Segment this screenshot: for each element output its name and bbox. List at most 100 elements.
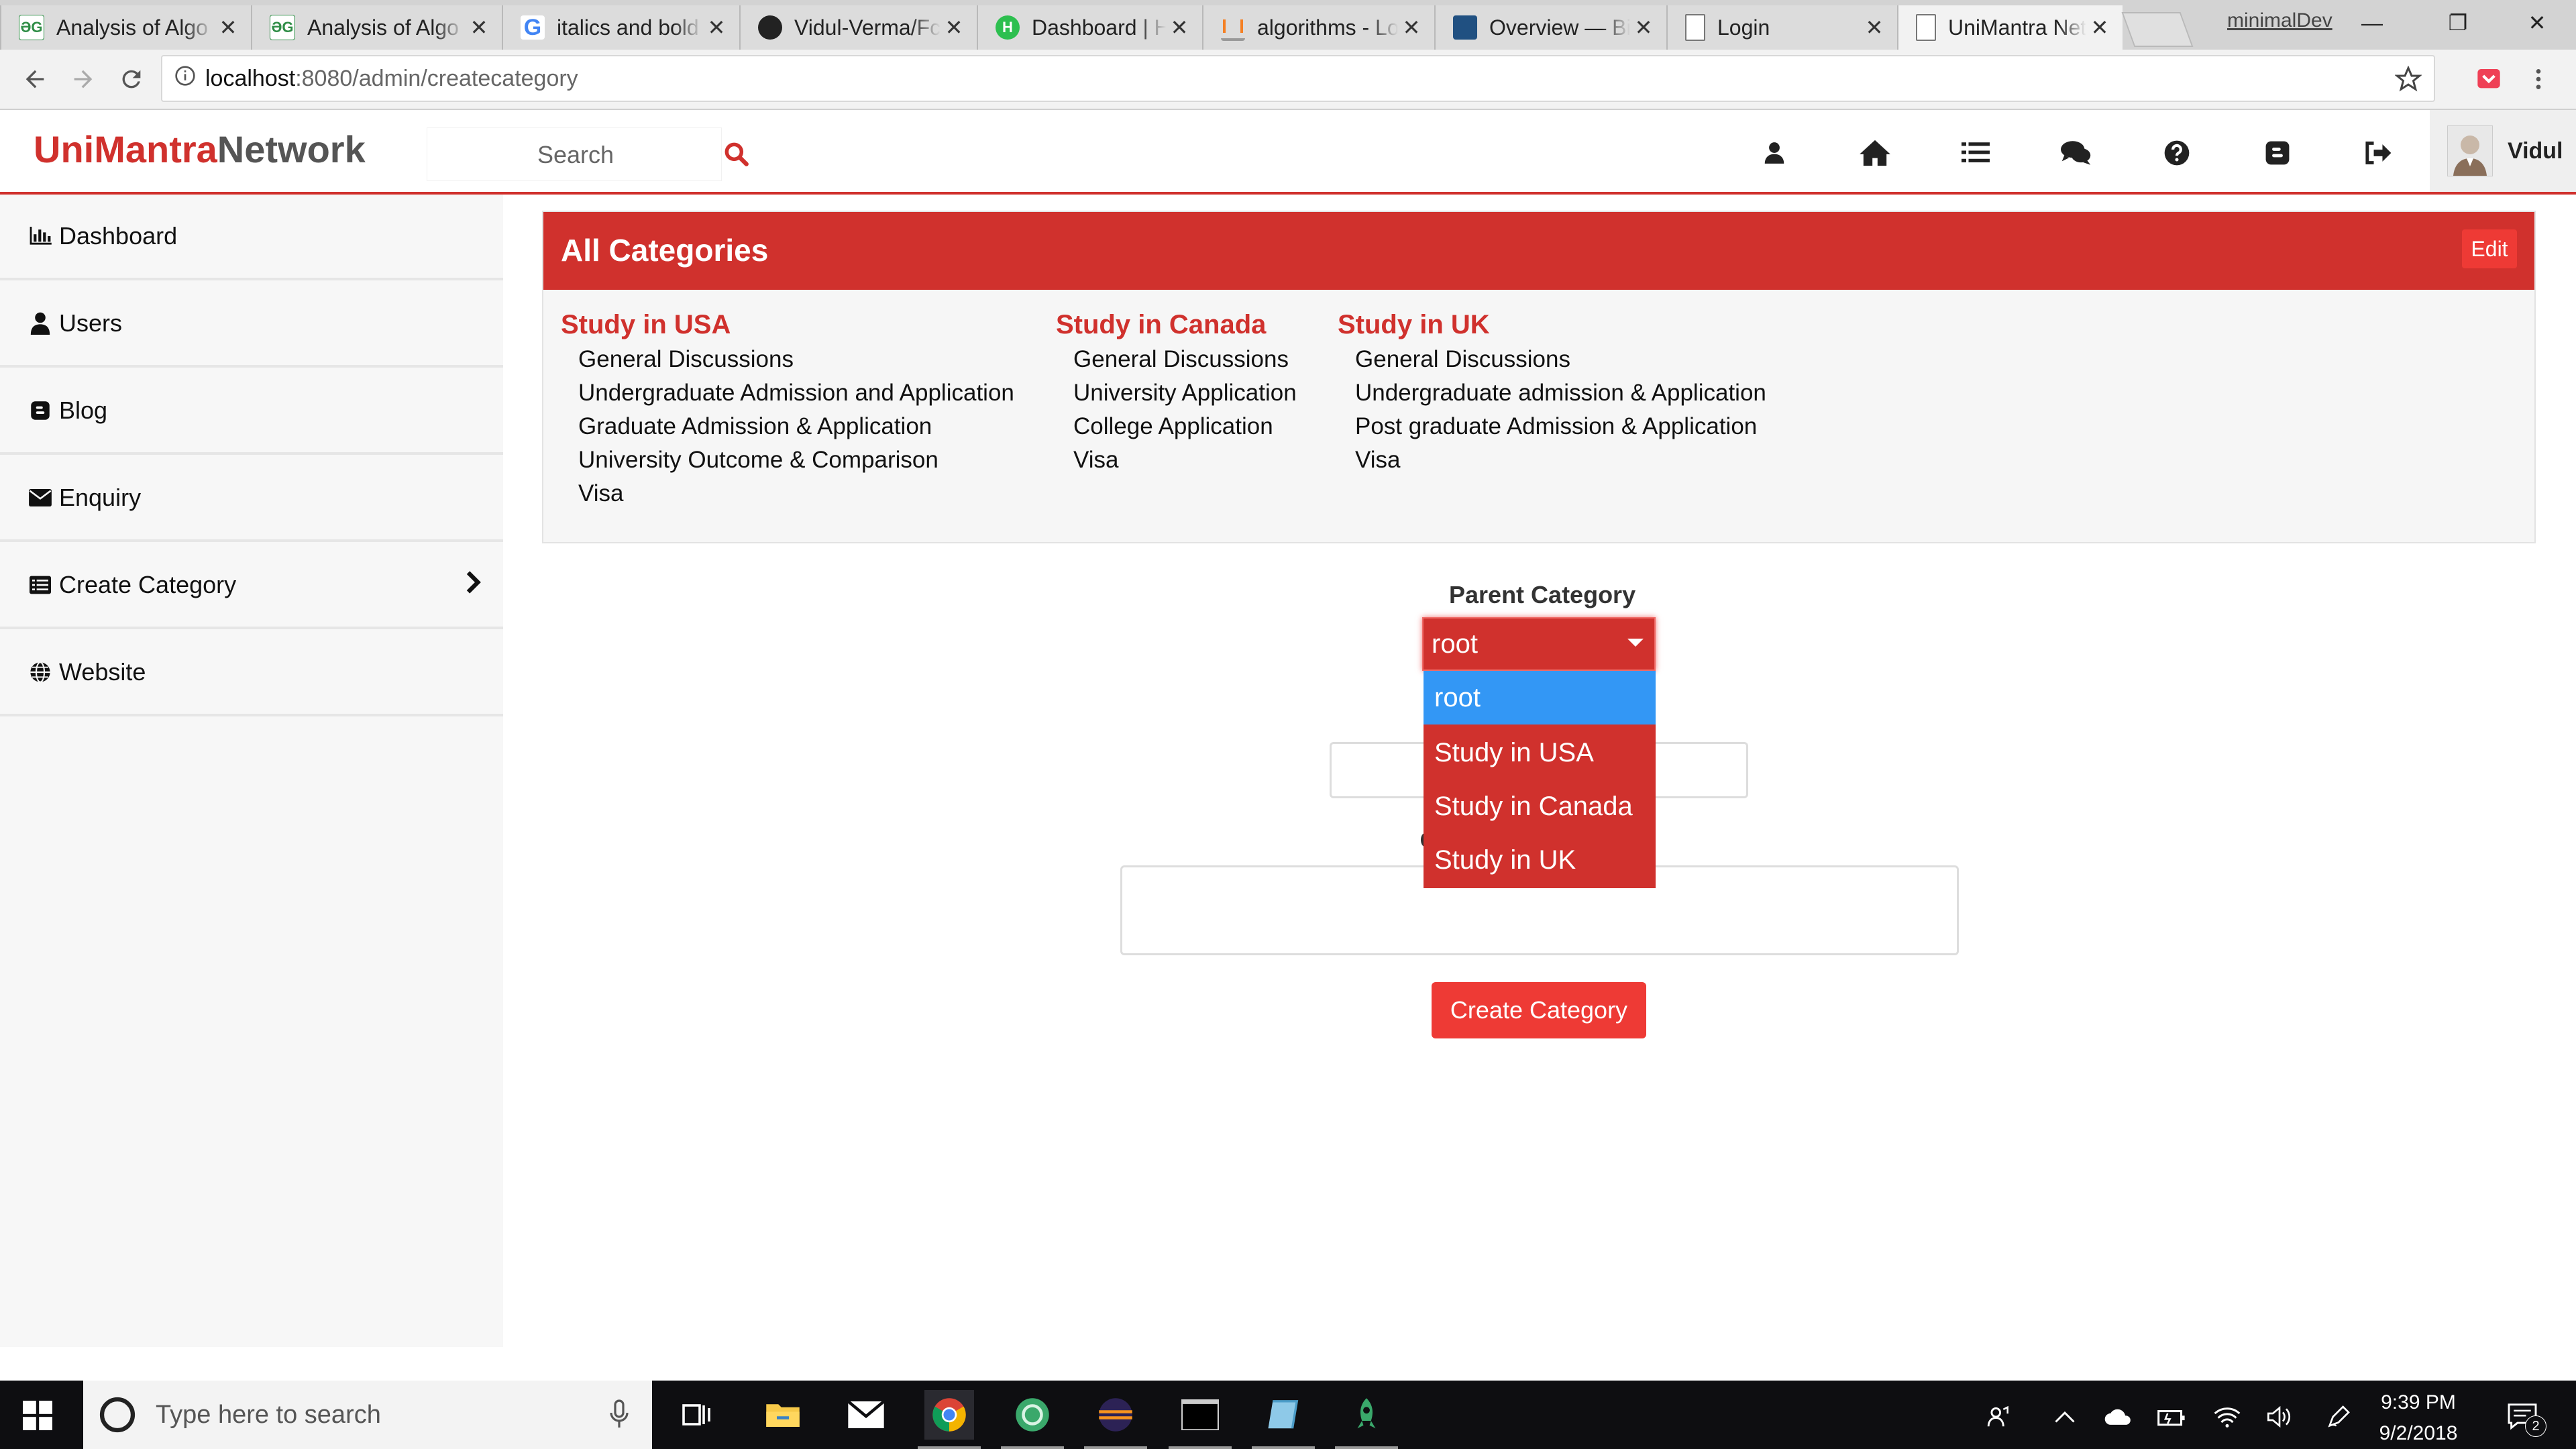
parent-category-select[interactable]: root (1422, 617, 1656, 671)
close-tab-icon[interactable]: ✕ (466, 15, 492, 40)
list-icon[interactable] (1952, 134, 1999, 172)
browser-menu-icon[interactable] (2520, 60, 2557, 98)
logout-icon[interactable] (2355, 134, 2402, 172)
browser-tab[interactable]: ƏG Analysis of Algo ✕ (0, 5, 251, 50)
subcategory-item[interactable]: General Discussions (1056, 343, 1297, 376)
subcategory-item[interactable]: Visa (561, 477, 1014, 511)
window-close-icon[interactable]: ✕ (2504, 4, 2571, 42)
parent-category-dropdown: root Study in USA Study in Canada Study … (1424, 671, 1656, 888)
chevron-right-icon (466, 570, 483, 600)
chrome-icon[interactable] (918, 1390, 981, 1449)
search-input[interactable] (427, 128, 724, 182)
dropdown-option[interactable]: Study in Canada (1424, 780, 1656, 833)
eclipse-icon[interactable] (1084, 1390, 1147, 1449)
subcategory-item[interactable]: Undergraduate Admission and Application (561, 376, 1014, 410)
info-icon[interactable] (174, 65, 196, 93)
subcategory-item[interactable]: University Application (1056, 376, 1297, 410)
reload-icon[interactable] (113, 60, 150, 98)
browser-tab[interactable]: ƏG Analysis of Algo ✕ (251, 5, 502, 50)
subcategory-item[interactable]: Visa (1338, 443, 1766, 477)
subcategory-item[interactable]: Undergraduate admission & Application (1338, 376, 1766, 410)
user-profile-icon[interactable] (1751, 134, 1798, 172)
sidebar-item-blog[interactable]: Blog (0, 369, 503, 455)
microphone-icon[interactable] (609, 1399, 629, 1432)
notification-center-icon[interactable]: 2 (2504, 1401, 2546, 1437)
blogger-icon[interactable] (2254, 134, 2301, 172)
home-icon[interactable] (1851, 134, 1898, 172)
people-icon[interactable] (1983, 1401, 2015, 1433)
browser-tab[interactable]: Overview — Bi ✕ (1434, 5, 1666, 50)
subcategory-item[interactable]: Visa (1056, 443, 1297, 477)
taskbar-search[interactable]: Type here to search (83, 1381, 652, 1449)
subcategory-item[interactable]: General Discussions (561, 343, 1014, 376)
task-view-icon[interactable] (672, 1390, 722, 1440)
file-explorer-icon[interactable] (758, 1390, 808, 1440)
sidebar-item-label: Blog (59, 396, 108, 424)
taskbar-clock[interactable]: 9:39 PM 9/2/2018 (2368, 1387, 2469, 1449)
volume-icon[interactable] (2263, 1401, 2296, 1433)
browser-tab-strip: ƏG Analysis of Algo ✕ ƏG Analysis of Alg… (0, 0, 2576, 50)
close-tab-icon[interactable]: ✕ (1398, 15, 1425, 40)
browser-tab[interactable]: G italics and bold ✕ (502, 5, 739, 50)
address-bar[interactable]: localhost:8080/admin/createcategory (161, 55, 2435, 102)
clock-date: 9/2/2018 (2379, 1422, 2458, 1444)
close-tab-icon[interactable]: ✕ (941, 15, 967, 40)
bookmark-star-icon[interactable] (2394, 65, 2422, 99)
close-tab-icon[interactable]: ✕ (1861, 15, 1888, 40)
browser-tab[interactable]: Login ✕ (1666, 5, 1897, 50)
user-menu[interactable]: Vidul (2430, 110, 2576, 192)
close-tab-icon[interactable]: ✕ (1166, 15, 1193, 40)
dropdown-option[interactable]: Study in UK (1424, 833, 1656, 887)
dropdown-option-root[interactable]: root (1424, 671, 1656, 724)
subcategory-item[interactable]: Graduate Admission & Application (561, 410, 1014, 443)
profile-name[interactable]: minimalDev (2227, 9, 2332, 32)
mail-icon[interactable] (841, 1390, 891, 1440)
chevron-up-icon[interactable] (2049, 1401, 2081, 1433)
subcategory-item[interactable]: College Application (1056, 410, 1297, 443)
battery-icon[interactable] (2156, 1401, 2188, 1433)
sidebar-item-website[interactable]: Website (0, 631, 503, 716)
subcategory-item[interactable]: General Discussions (1338, 343, 1766, 376)
pen-icon[interactable] (2322, 1401, 2355, 1433)
back-arrow-icon[interactable] (16, 60, 54, 98)
dropdown-option[interactable]: Study in USA (1424, 726, 1656, 780)
app-rocket-icon[interactable] (1335, 1390, 1398, 1449)
user-icon (25, 310, 55, 337)
app-green-icon[interactable] (1001, 1390, 1064, 1449)
new-tab-button[interactable] (2121, 12, 2194, 47)
pocket-extension-icon[interactable] (2470, 60, 2508, 98)
minimize-icon[interactable]: — (2339, 4, 2406, 42)
brand-logo[interactable]: UniMantraNetwork (34, 127, 366, 171)
close-tab-icon[interactable]: ✕ (703, 15, 730, 40)
category-title[interactable]: Study in USA (561, 310, 1014, 340)
help-icon[interactable] (2153, 134, 2200, 172)
subcategory-item[interactable]: University Outcome & Comparison (561, 443, 1014, 477)
search-icon[interactable] (722, 140, 759, 177)
browser-tab[interactable]: H Dashboard | Ha ✕ (977, 5, 1202, 50)
browser-tab[interactable]: algorithms - Lo ✕ (1202, 5, 1434, 50)
forward-arrow-icon[interactable] (64, 60, 102, 98)
comments-icon[interactable] (2053, 134, 2100, 172)
close-tab-icon[interactable]: ✕ (2086, 15, 2113, 40)
app-blue-icon[interactable] (1252, 1390, 1315, 1449)
onedrive-icon[interactable] (2102, 1401, 2135, 1433)
sidebar-item-dashboard[interactable]: Dashboard (0, 195, 503, 280)
url-host: localhost (205, 65, 296, 91)
sidebar-item-create-category[interactable]: Create Category (0, 543, 503, 629)
close-tab-icon[interactable]: ✕ (1630, 15, 1657, 40)
create-category-button[interactable]: Create Category (1432, 982, 1646, 1038)
terminal-icon[interactable] (1169, 1390, 1232, 1449)
wifi-icon[interactable] (2211, 1401, 2243, 1433)
restore-icon[interactable]: ❐ (2424, 4, 2491, 42)
sidebar-item-enquiry[interactable]: Enquiry (0, 456, 503, 542)
browser-tab[interactable]: Vidul-Verma/Fc ✕ (739, 5, 977, 50)
edit-button[interactable]: Edit (2462, 229, 2517, 268)
category-column-usa: Study in USA General Discussions Undergr… (561, 310, 1014, 511)
browser-tab-active[interactable]: UniMantra Net ✕ (1897, 5, 2123, 50)
windows-start-icon[interactable] (23, 1401, 52, 1434)
subcategory-item[interactable]: Post graduate Admission & Application (1338, 410, 1766, 443)
category-title[interactable]: Study in Canada (1056, 310, 1297, 340)
sidebar-item-users[interactable]: Users (0, 282, 503, 368)
close-tab-icon[interactable]: ✕ (215, 15, 241, 40)
category-title[interactable]: Study in UK (1338, 310, 1766, 340)
